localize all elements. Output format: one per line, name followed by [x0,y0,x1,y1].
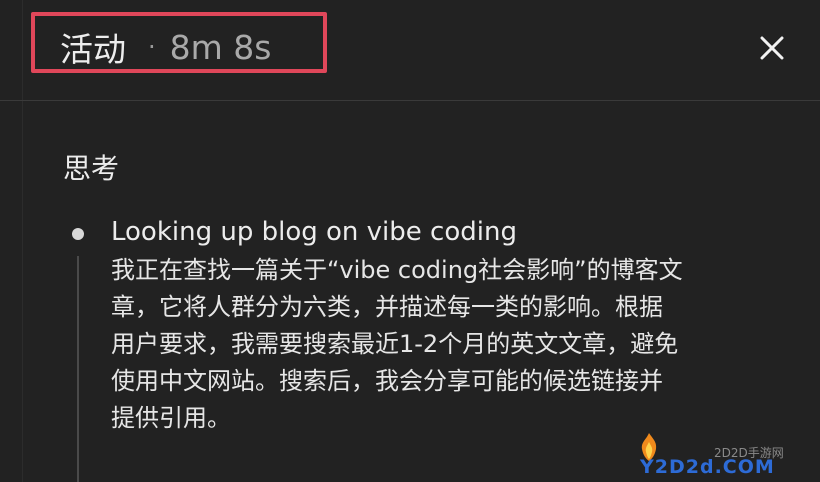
activity-panel: 活动 · 8m 8s 思考 Looking up blog on vibe co… [0,0,820,482]
timeline-bullet [72,228,84,240]
thinking-heading: 思考 [63,152,120,185]
timeline-line [77,256,79,482]
step-description-line: 我正在查找一篇关于“vibe coding社会影响”的博客文 [111,256,683,284]
panel-title: 活动 · 8m 8s [60,25,272,70]
title-separator: · [148,33,156,61]
watermark-logo: Y2D2d.COM [640,456,775,478]
close-button[interactable] [754,30,790,66]
step-description-line: 用户要求，我需要搜索最近1-2个月的英文文章，避免 [111,330,679,358]
watermark: 2D2D手游网 Y2D2d.COM [634,430,814,480]
step-description: 我正在查找一篇关于“vibe coding社会影响”的博客文 章，它将人群分为六… [111,252,781,437]
title-label: 活动 [60,30,126,69]
panel-header: 活动 · 8m 8s [0,0,820,101]
step-description-line: 使用中文网站。搜索后，我会分享可能的候选链接并 [111,367,663,395]
step-description-line: 章，它将人群分为六类，并描述每一类的影响。根据 [111,293,663,321]
close-icon [760,36,784,60]
step-title: Looking up blog on vibe coding [111,217,517,247]
elapsed-time: 8m 8s [169,27,272,67]
